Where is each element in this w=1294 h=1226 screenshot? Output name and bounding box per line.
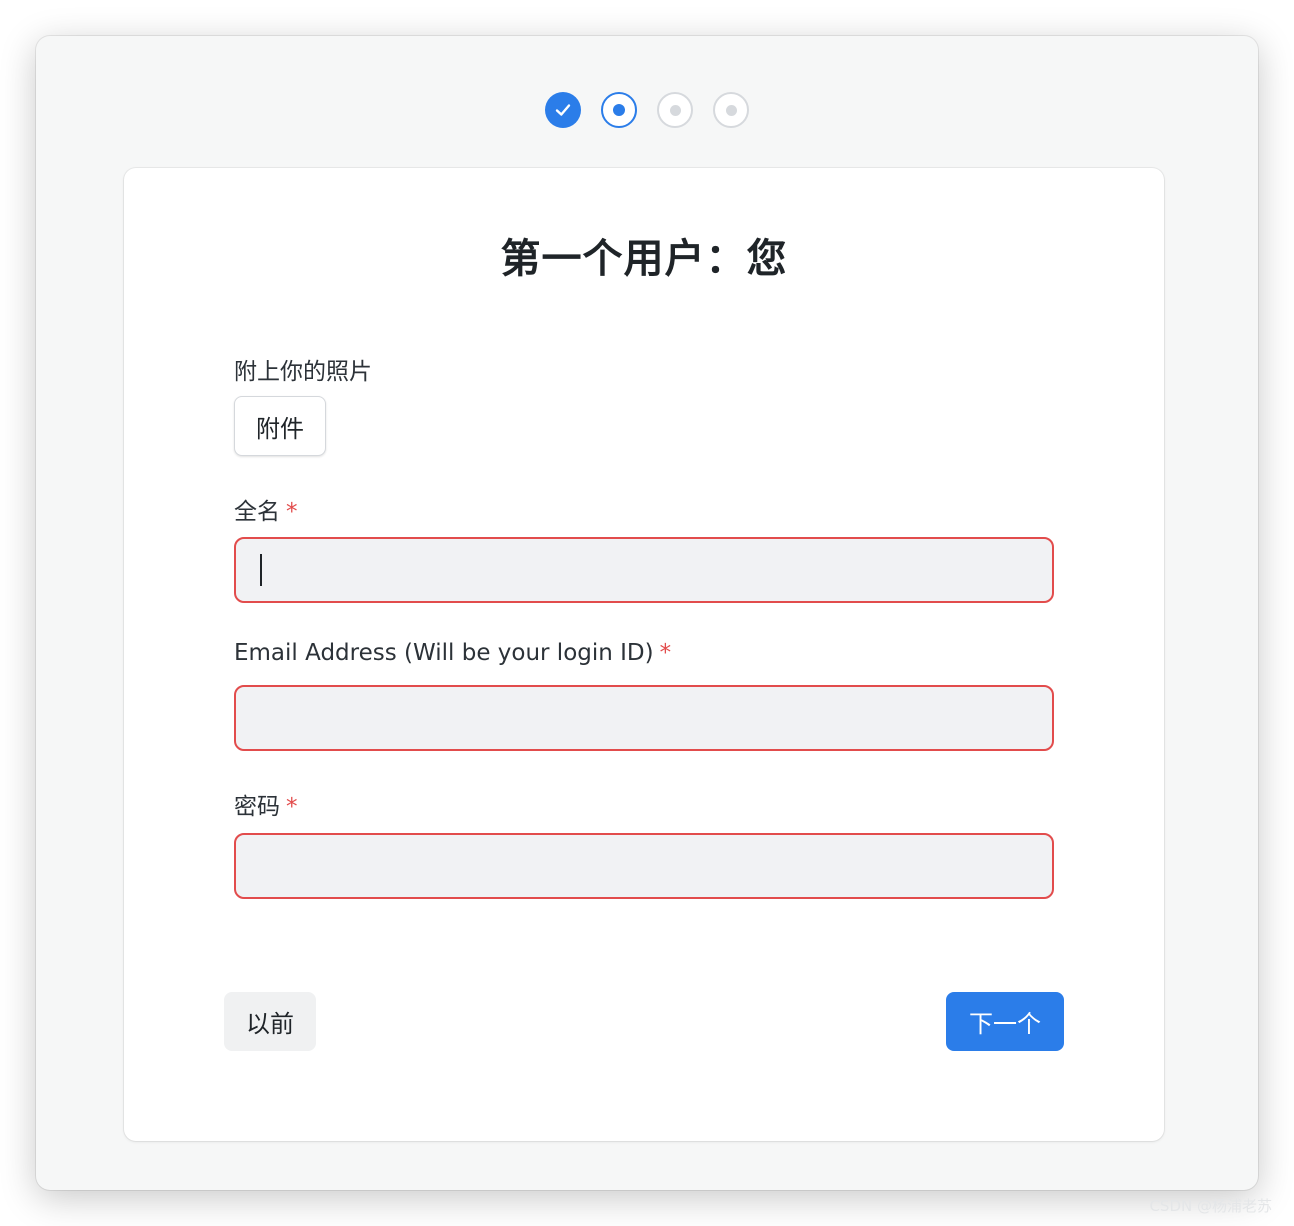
check-icon xyxy=(555,104,571,116)
photo-label: 附上你的照片 xyxy=(234,352,372,386)
active-dot-icon xyxy=(613,104,625,116)
photo-label-text: 附上你的照片 xyxy=(234,359,372,385)
next-button[interactable]: 下一个 xyxy=(946,992,1064,1051)
dot-icon xyxy=(725,104,737,116)
full-name-label-text: 全名 xyxy=(234,499,280,525)
required-asterisk: * xyxy=(286,794,298,820)
step-indicator xyxy=(36,92,1258,128)
full-name-input[interactable] xyxy=(234,537,1054,603)
email-input[interactable] xyxy=(234,685,1054,751)
attach-photo-button[interactable]: 附件 xyxy=(234,396,326,456)
password-label: 密码 * xyxy=(234,787,298,821)
email-label-text: Email Address (Will be your login ID) xyxy=(234,640,654,666)
first-user-form-card: 第一个用户：您 附上你的照片 附件 全名 * Email Address (Wil… xyxy=(124,168,1164,1141)
text-caret xyxy=(260,554,262,586)
password-input[interactable] xyxy=(234,833,1054,899)
watermark-text: CSDN @杨浦老苏 xyxy=(1149,1197,1272,1215)
setup-window: 第一个用户：您 附上你的照片 附件 全名 * Email Address (Wil… xyxy=(36,36,1258,1190)
required-asterisk: * xyxy=(286,499,298,525)
page-title: 第一个用户：您 xyxy=(500,236,788,282)
step-4-pending xyxy=(713,92,749,128)
required-asterisk: * xyxy=(659,640,672,666)
step-3-pending xyxy=(657,92,693,128)
full-name-label: 全名 * xyxy=(234,492,298,526)
step-2-current xyxy=(601,92,637,128)
dot-icon xyxy=(669,104,681,116)
step-1-completed xyxy=(545,92,581,128)
email-label: Email Address (Will be your login ID) * xyxy=(234,640,671,666)
previous-button[interactable]: 以前 xyxy=(224,992,316,1051)
password-label-text: 密码 xyxy=(234,794,280,820)
